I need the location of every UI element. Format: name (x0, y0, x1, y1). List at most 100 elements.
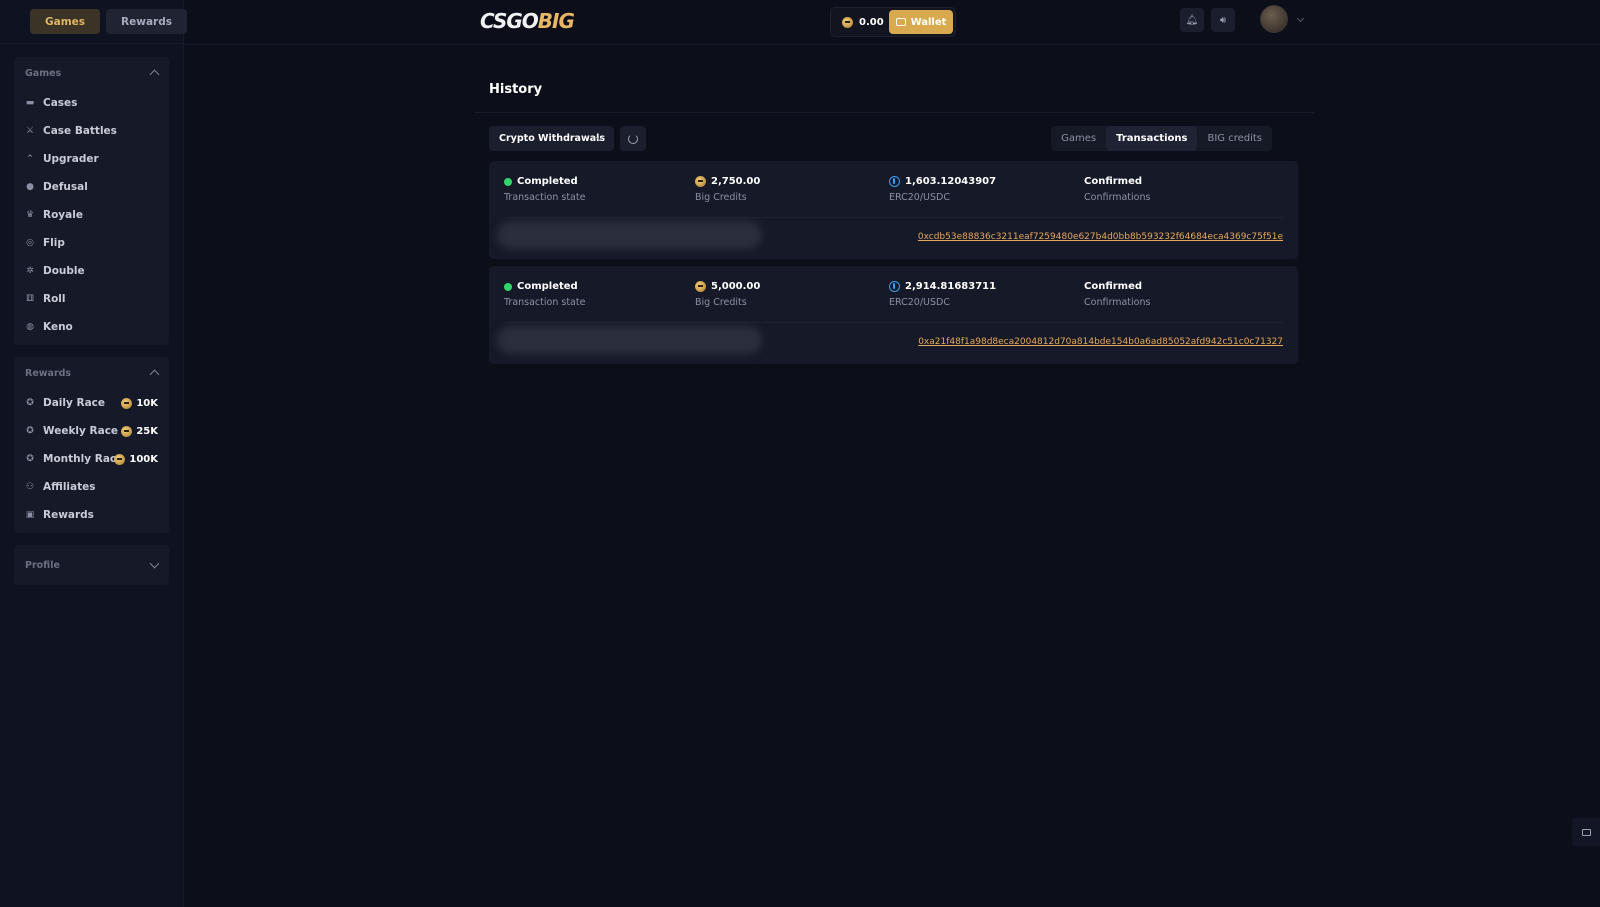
sidebar-item-case-battles[interactable]: ⚔ Case Battles (14, 117, 169, 145)
logo-text-csgo: CSGO (480, 9, 539, 33)
coin-icon (121, 425, 133, 437)
refresh-button[interactable] (620, 126, 646, 151)
tab-big-credits[interactable]: BIG credits (1197, 126, 1272, 151)
rewards-panel: Rewards ✪ Daily Race 10K ✪ Weekly Race 25K ✪… (14, 357, 169, 533)
crypto-column: 2,914.81683711 ERC20/USDC (889, 281, 996, 308)
sidebar-item-rewards[interactable]: ▣ Rewards (14, 501, 169, 529)
games-panel-header[interactable]: Games (14, 57, 169, 89)
speaker-icon: 🔊︎ (1219, 14, 1227, 26)
usdc-icon (889, 281, 900, 292)
race-icon: ✪ (26, 398, 34, 408)
profile-panel: Profile (14, 545, 169, 585)
wallet-icon (895, 18, 906, 26)
sidebar-item-cases[interactable]: ▬ Cases (14, 89, 169, 117)
sidebar-item-label: Daily Race (43, 397, 106, 409)
confirmations-status: Confirmed (1084, 176, 1143, 187)
tx-hash-link[interactable]: 0xcdb53e88836c3211eaf7259480e627b4d0bb8b… (918, 232, 1283, 242)
coin-icon (695, 281, 706, 292)
balance-amount: 0.00 (859, 16, 884, 28)
transaction-state-label: Transaction state (504, 297, 586, 308)
wallet-label: Wallet (910, 16, 947, 28)
history-type-tabs: Games Transactions BIG credits (1051, 126, 1272, 151)
divider (474, 112, 1314, 113)
transaction-card: Completed Transaction state 2,750.00 Big… (489, 161, 1298, 259)
sidebar-item-label: Upgrader (43, 153, 99, 165)
sidebar-item-label: Roll (43, 293, 66, 305)
tab-games[interactable]: Games (30, 9, 101, 34)
credits-label: Big Credits (695, 297, 747, 308)
tx-hash-link[interactable]: 0xa21f48f1a98d8eca2004812d70a814bde154b0… (918, 337, 1283, 347)
chat-button[interactable] (1572, 818, 1600, 846)
crypto-label: ERC20/USDC (889, 192, 950, 203)
state-column: Completed Transaction state (504, 281, 585, 308)
confirmations-label: Confirmations (1084, 297, 1151, 308)
sidebar-item-affiliates[interactable]: ⚇ Affiliates (14, 473, 169, 501)
sidebar-item-keno[interactable]: ◍ Keno (14, 313, 169, 341)
keno-icon: ◍ (26, 322, 34, 332)
tab-games[interactable]: Games (1051, 126, 1106, 151)
sound-button[interactable]: 🔊︎ (1211, 8, 1235, 32)
sidebar-item-daily-race[interactable]: ✪ Daily Race 10K (14, 389, 169, 417)
sidebar-item-double[interactable]: ✲ Double (14, 257, 169, 285)
logo-text-big: BIG (537, 9, 575, 33)
sidebar-item-roll[interactable]: ⚅ Roll (14, 285, 169, 313)
rewards-panel-title: Rewards (25, 367, 72, 379)
profile-panel-title: Profile (25, 559, 60, 571)
divider (504, 322, 1283, 323)
chevron-up-icon (149, 69, 160, 80)
sidebar-item-label: Rewards (43, 509, 94, 521)
bomb-icon: ● (26, 182, 34, 192)
credits-column: 5,000.00 Big Credits (695, 281, 760, 308)
sidebar: Games Rewards Games ▬ Cases ⚔ Case Battles… (0, 0, 187, 907)
refresh-icon (628, 133, 638, 144)
sidebar-item-label: Affiliates (43, 481, 96, 493)
reward-amount: 25K (121, 425, 158, 437)
balance-display: 0.00 Wallet (830, 7, 956, 37)
sidebar-top-bar: Games Rewards (0, 0, 187, 44)
transaction-card: Completed Transaction state 5,000.00 Big… (489, 266, 1298, 364)
chevron-down-icon (149, 558, 160, 569)
roulette-icon: ✲ (26, 266, 34, 276)
sidebar-item-weekly-race[interactable]: ✪ Weekly Race 25K (14, 417, 169, 445)
status-dot-icon (504, 177, 512, 186)
confirmations-column: Confirmed Confirmations (1084, 176, 1150, 203)
crypto-column: 1,603.12043907 ERC20/USDC (889, 176, 996, 203)
reward-value: 10K (136, 397, 158, 409)
coin-icon (114, 453, 126, 465)
dice-icon: ⚅ (26, 294, 34, 304)
status-dot-icon (504, 282, 512, 291)
rewards-panel-header[interactable]: Rewards (14, 357, 169, 389)
transaction-state-label: Transaction state (504, 192, 586, 203)
sidebar-item-royale[interactable]: ♛ Royale (14, 201, 169, 229)
history-filter-dropdown[interactable]: Crypto Withdrawals (489, 126, 614, 151)
sidebar-item-label: Defusal (43, 181, 88, 193)
site-logo[interactable]: CSGOBIG (480, 9, 575, 33)
credits-amount: 2,750.00 (711, 176, 761, 187)
notifications-button[interactable]: 🔔︎ (1180, 8, 1204, 32)
tab-transactions[interactable]: Transactions (1106, 126, 1198, 151)
sidebar-item-flip[interactable]: ◎ Flip (14, 229, 169, 257)
sidebar-item-defusal[interactable]: ● Defusal (14, 173, 169, 201)
games-panel: Games ▬ Cases ⚔ Case Battles ⌃ Upgrader ● De… (14, 57, 169, 345)
sidebar-item-label: Flip (43, 237, 65, 249)
dropdown-value: Crypto Withdrawals (499, 133, 606, 144)
divider (504, 217, 1283, 218)
chevron-down-icon[interactable] (1296, 14, 1305, 23)
games-panel-title: Games (25, 67, 62, 79)
sidebar-item-upgrader[interactable]: ⌃ Upgrader (14, 145, 169, 173)
credits-amount: 5,000.00 (711, 281, 761, 292)
crypto-amount: 1,603.12043907 (905, 176, 997, 187)
sidebar-item-label: Keno (43, 321, 73, 333)
crypto-amount: 2,914.81683711 (905, 281, 997, 292)
sidebar-item-label: Royale (43, 209, 83, 221)
sidebar-item-monthly-race[interactable]: ✪ Monthly Race 100K (14, 445, 169, 473)
confirmations-column: Confirmed Confirmations (1084, 281, 1150, 308)
profile-panel-header[interactable]: Profile (14, 545, 169, 585)
credits-label: Big Credits (695, 192, 747, 203)
tab-rewards[interactable]: Rewards (106, 9, 187, 34)
wallet-button[interactable]: Wallet (889, 10, 953, 34)
battle-icon: ⚔ (25, 126, 35, 136)
bell-icon: 🔔︎ (1185, 14, 1199, 26)
user-plus-icon: ⚇ (25, 482, 35, 492)
avatar[interactable] (1260, 5, 1288, 33)
